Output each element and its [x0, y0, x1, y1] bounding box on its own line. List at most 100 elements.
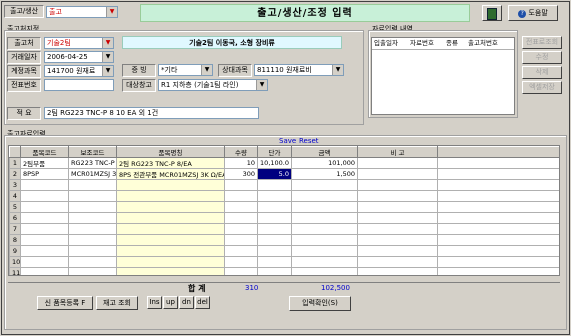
cell-note[interactable]: [357, 190, 438, 202]
cell-item-code[interactable]: [20, 190, 69, 202]
cell-quantity[interactable]: [224, 234, 258, 246]
cell-amount[interactable]: [291, 256, 358, 268]
history-col-customer[interactable]: 출고처번호: [468, 38, 514, 49]
cell-item-code[interactable]: [20, 179, 69, 191]
cell-item-code[interactable]: [20, 267, 69, 275]
reset-link[interactable]: Reset: [299, 137, 319, 145]
cell-sub-code[interactable]: [68, 245, 117, 257]
cell-quantity[interactable]: 300: [224, 168, 258, 180]
cell-quantity[interactable]: [224, 201, 258, 213]
history-col-type[interactable]: 종류: [446, 38, 468, 49]
cell-item-code[interactable]: 2팀부품: [20, 157, 69, 169]
cell-amount[interactable]: [291, 201, 358, 213]
col-unit-price[interactable]: 단가: [257, 146, 292, 158]
save-link[interactable]: Save: [279, 137, 296, 145]
cell-sub-code[interactable]: [68, 212, 117, 224]
cell-amount[interactable]: 1,500: [291, 168, 358, 180]
move-down-button[interactable]: dn: [179, 296, 194, 309]
warehouse-select[interactable]: R1 지하층 (기술1팀 라인) ▼: [158, 79, 268, 91]
cell-item-code[interactable]: 8PSP: [20, 168, 69, 180]
delete-row-button[interactable]: del: [195, 296, 210, 309]
table-row[interactable]: 4: [9, 190, 559, 202]
cell-item-name[interactable]: [116, 267, 225, 275]
cell-quantity[interactable]: [224, 212, 258, 224]
counter-account-select[interactable]: 811110 원재료비 ▼: [254, 64, 344, 76]
col-amount[interactable]: 금액: [291, 146, 358, 158]
cell-item-name[interactable]: [116, 256, 225, 268]
cell-amount[interactable]: [291, 212, 358, 224]
edit-button[interactable]: 수정: [522, 51, 562, 64]
cell-quantity[interactable]: [224, 256, 258, 268]
exit-button[interactable]: [482, 5, 502, 21]
cell-item-name[interactable]: [116, 245, 225, 257]
cell-unit-price[interactable]: [257, 201, 292, 213]
cell-item-name[interactable]: [116, 190, 225, 202]
table-row[interactable]: 2 8PSP MCR01MZSJ 3K 8PS 전관부품 MCR01MZSJ 3K Ω…: [9, 168, 559, 180]
cell-item-code[interactable]: [20, 201, 69, 213]
cell-amount[interactable]: [291, 190, 358, 202]
help-button[interactable]: ? 도움말: [508, 5, 558, 21]
cell-unit-price[interactable]: [257, 234, 292, 246]
customer-select[interactable]: 기술2팀 ▼: [44, 37, 114, 49]
history-col-number[interactable]: 자료번호: [410, 38, 446, 49]
table-row[interactable]: 7: [9, 223, 559, 235]
cell-quantity[interactable]: [224, 267, 258, 275]
stock-query-button[interactable]: 재고 조회: [96, 296, 138, 310]
cell-note[interactable]: [357, 212, 438, 224]
col-note[interactable]: 비 고: [357, 146, 438, 158]
table-row[interactable]: 8: [9, 234, 559, 246]
cell-quantity[interactable]: [224, 190, 258, 202]
insert-row-button[interactable]: Ins: [147, 296, 162, 309]
doc-no-input[interactable]: [44, 79, 114, 91]
cell-unit-price[interactable]: [257, 212, 292, 224]
cell-amount[interactable]: [291, 179, 358, 191]
table-row[interactable]: 5: [9, 201, 559, 213]
cell-note[interactable]: [357, 223, 438, 235]
cell-note[interactable]: [357, 234, 438, 246]
cell-note[interactable]: [357, 256, 438, 268]
cell-note[interactable]: [357, 267, 438, 275]
history-col-date[interactable]: 입출일자: [372, 38, 410, 49]
cell-item-name[interactable]: 8PS 전관부품 MCR01MZSJ 3K Ω/EA: [116, 168, 225, 180]
table-row[interactable]: 9: [9, 245, 559, 257]
cell-quantity[interactable]: [224, 223, 258, 235]
voucher-view-button[interactable]: 전표로조회: [522, 36, 562, 49]
cell-item-name[interactable]: [116, 234, 225, 246]
cell-note[interactable]: [357, 201, 438, 213]
table-row[interactable]: 11: [9, 267, 559, 275]
cell-item-name[interactable]: [116, 223, 225, 235]
cell-unit-price[interactable]: [257, 190, 292, 202]
cell-item-name[interactable]: [116, 201, 225, 213]
cell-amount[interactable]: [291, 267, 358, 275]
cell-unit-price[interactable]: [257, 256, 292, 268]
table-row[interactable]: 10: [9, 256, 559, 268]
col-item-code[interactable]: 품목코드: [20, 146, 69, 158]
cell-sub-code[interactable]: [68, 256, 117, 268]
table-row[interactable]: 3: [9, 179, 559, 191]
items-grid[interactable]: 품목코드 보조코드 품목명칭 수량 단가 금액 비 고 1 2팀부품 RG223 T…: [8, 145, 560, 276]
cell-unit-price[interactable]: [257, 267, 292, 275]
cell-note[interactable]: [357, 245, 438, 257]
evidence-select[interactable]: *기타 ▼: [158, 64, 213, 76]
cell-sub-code[interactable]: MCR01MZSJ 3K: [68, 168, 117, 180]
cell-item-code[interactable]: [20, 234, 69, 246]
cell-quantity[interactable]: 10: [224, 157, 258, 169]
cell-amount[interactable]: 101,000: [291, 157, 358, 169]
cell-sub-code[interactable]: [68, 201, 117, 213]
cell-sub-code[interactable]: [68, 234, 117, 246]
col-quantity[interactable]: 수량: [224, 146, 258, 158]
table-row[interactable]: 6: [9, 212, 559, 224]
cell-sub-code[interactable]: [68, 223, 117, 235]
memo-input[interactable]: 2팀 RG223 TNC-P 8 10 EA 외 1건: [44, 107, 259, 119]
cell-item-code[interactable]: [20, 212, 69, 224]
cell-amount[interactable]: [291, 234, 358, 246]
cell-unit-price[interactable]: [257, 179, 292, 191]
col-item-name[interactable]: 품목명칭: [116, 146, 225, 158]
table-row[interactable]: 1 2팀부품 RG223 TNC-P 8 2팀 RG223 TNC-P 8/EA 10 1…: [9, 157, 559, 169]
cell-sub-code[interactable]: RG223 TNC-P 8: [68, 157, 117, 169]
col-sub-code[interactable]: 보조코드: [68, 146, 117, 158]
cell-item-code[interactable]: [20, 256, 69, 268]
cell-item-name[interactable]: [116, 212, 225, 224]
cell-amount[interactable]: [291, 245, 358, 257]
delete-button[interactable]: 삭제: [522, 66, 562, 79]
